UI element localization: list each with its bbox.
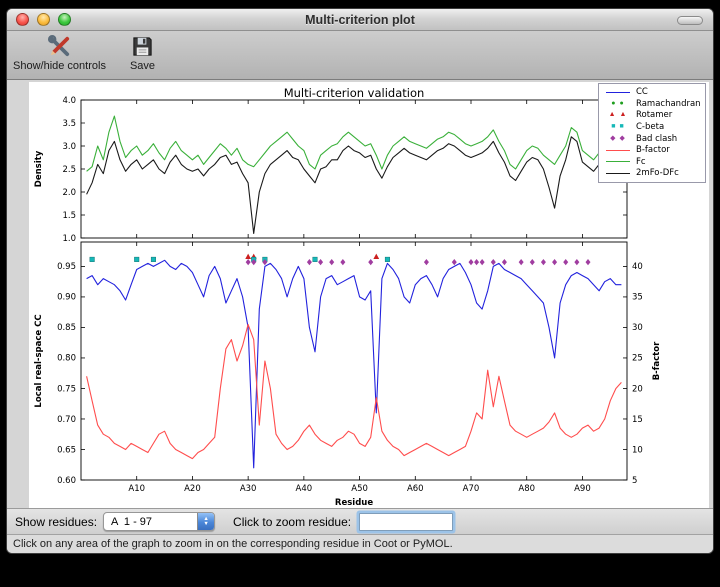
legend-entry-b-factor: B-factor	[603, 145, 701, 156]
svg-text:0.75: 0.75	[57, 384, 76, 394]
svg-text:0.95: 0.95	[57, 262, 76, 272]
window-buttons	[16, 13, 71, 26]
figure-title: Multi-criterion validation	[29, 86, 679, 100]
svg-text:25: 25	[632, 354, 643, 364]
show-hide-controls-label: Show/hide controls	[13, 60, 106, 72]
status-bar: Click on any area of the graph to zoom i…	[7, 534, 713, 553]
svg-text:0.85: 0.85	[57, 323, 76, 333]
dropdown-stepper-icon: ▲▼	[197, 513, 214, 530]
close-button[interactable]	[16, 13, 29, 26]
svg-text:40: 40	[632, 262, 643, 272]
legend-entry-c-beta: ■ ■C-beta	[603, 122, 701, 133]
zoom-residue-input[interactable]	[359, 513, 453, 531]
svg-text:10: 10	[632, 445, 643, 455]
show-residues-label: Show residues:	[15, 515, 97, 529]
plot-panel: 1.01.52.02.53.03.54.0Density0.600.650.70…	[7, 80, 713, 508]
svg-text:A60: A60	[407, 484, 424, 494]
svg-text:5: 5	[632, 476, 637, 486]
legend-entry-2mfo-dfc: 2mFo-DFc	[603, 168, 701, 179]
svg-text:A10: A10	[128, 484, 145, 494]
plot-figure[interactable]: 1.01.52.02.53.03.54.0Density0.600.650.70…	[29, 82, 709, 508]
svg-text:B-factor: B-factor	[652, 341, 662, 380]
svg-text:Local real-space CC: Local real-space CC	[34, 314, 44, 407]
legend-entry-rotamer: ▲ ▲Rotamer	[603, 110, 701, 121]
minimize-button[interactable]	[37, 13, 50, 26]
svg-text:2.0: 2.0	[62, 188, 76, 198]
svg-text:A30: A30	[240, 484, 257, 494]
svg-text:3.5: 3.5	[62, 119, 76, 129]
svg-text:A70: A70	[463, 484, 480, 494]
svg-text:A50: A50	[351, 484, 368, 494]
svg-text:A20: A20	[184, 484, 201, 494]
residue-range-dropdown[interactable]: A 1 - 97 ▲▼	[103, 512, 215, 531]
legend-entry-cc: CC	[603, 87, 701, 98]
toolbar-toggle-button[interactable]	[677, 16, 703, 25]
svg-text:0.60: 0.60	[57, 476, 76, 486]
legend-entry-ramachandran: ● ●Ramachandran	[603, 99, 701, 110]
svg-text:A40: A40	[296, 484, 313, 494]
title-bar: Multi-criterion plot	[7, 9, 713, 31]
svg-text:Residue: Residue	[335, 498, 373, 508]
svg-text:1.0: 1.0	[62, 234, 76, 244]
crossed-tools-icon	[47, 34, 72, 59]
zoom-residue-label: Click to zoom residue:	[233, 515, 351, 529]
toolbar: Show/hide controls Save	[7, 31, 713, 80]
legend-entry-bad-clash: ◆ ◆Bad clash	[603, 133, 701, 144]
svg-text:0.80: 0.80	[57, 354, 76, 364]
floppy-disk-icon	[130, 34, 155, 59]
svg-text:0.65: 0.65	[57, 445, 76, 455]
plot-legend: CC● ●Ramachandran▲ ▲Rotamer■ ■C-beta◆ ◆B…	[598, 83, 706, 183]
status-text: Click on any area of the graph to zoom i…	[13, 538, 453, 550]
svg-text:15: 15	[632, 415, 643, 425]
svg-text:1.5: 1.5	[62, 211, 76, 221]
save-button[interactable]: Save	[130, 34, 155, 72]
show-hide-controls-button[interactable]: Show/hide controls	[13, 34, 106, 72]
svg-text:A80: A80	[518, 484, 535, 494]
svg-text:2.5: 2.5	[62, 165, 76, 175]
svg-text:20: 20	[632, 384, 643, 394]
svg-text:0.70: 0.70	[57, 415, 76, 425]
zoom-window-button[interactable]	[58, 13, 71, 26]
svg-text:0.90: 0.90	[57, 293, 76, 303]
app-window: Multi-criterion plot Show/hide controls …	[6, 8, 714, 554]
svg-text:A90: A90	[574, 484, 591, 494]
svg-text:35: 35	[632, 293, 643, 303]
legend-entry-fc: Fc	[603, 157, 701, 168]
svg-text:3.0: 3.0	[62, 142, 76, 152]
svg-text:Density: Density	[34, 150, 44, 187]
save-label: Save	[130, 60, 155, 72]
controls-bar: Show residues: A 1 - 97 ▲▼ Click to zoom…	[7, 508, 713, 534]
window-title: Multi-criterion plot	[305, 13, 415, 27]
svg-text:30: 30	[632, 323, 643, 333]
